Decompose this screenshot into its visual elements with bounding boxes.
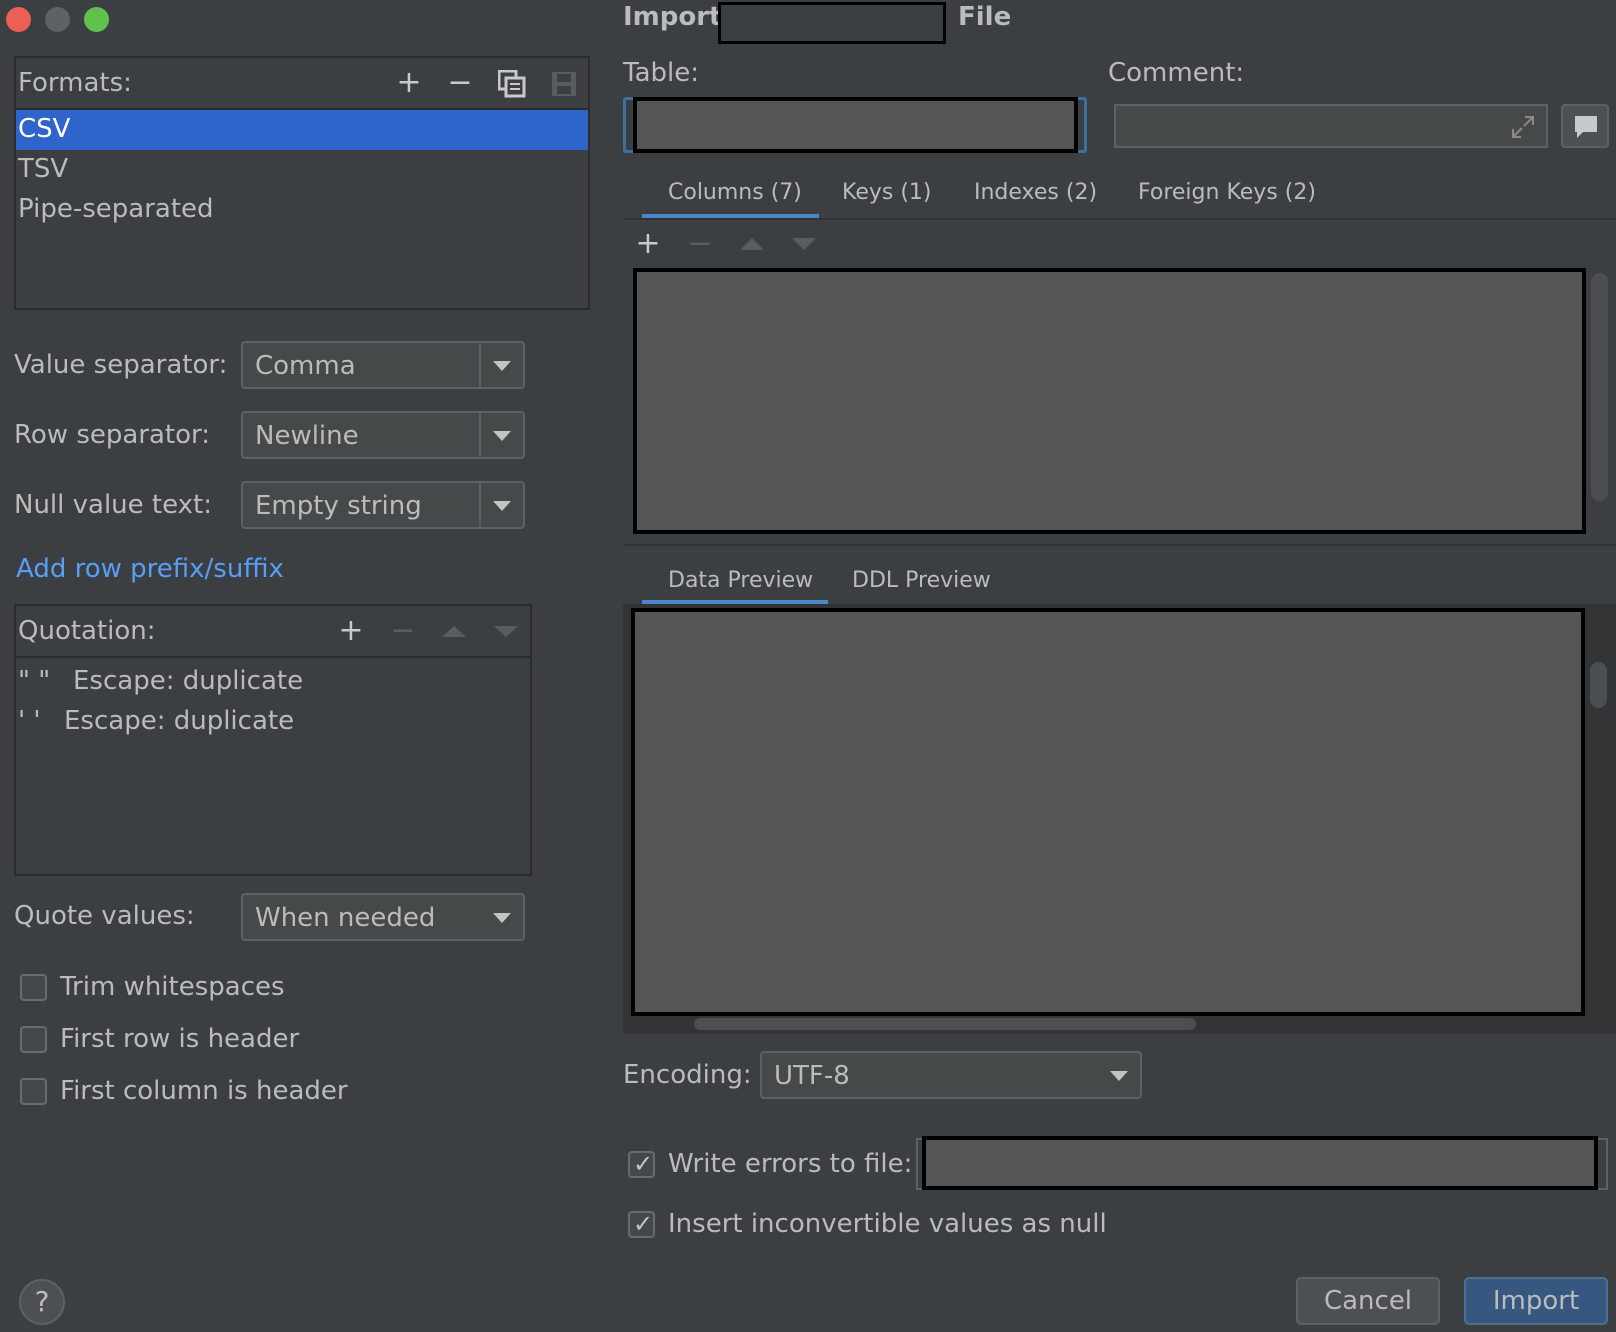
insert-null-option[interactable]: Insert inconvertible values as null bbox=[628, 1207, 1148, 1243]
combo-divider bbox=[479, 483, 481, 527]
chevron-down-icon bbox=[493, 501, 511, 511]
data-preview-table[interactable] bbox=[631, 608, 1585, 1016]
format-item-pipe[interactable]: Pipe-separated bbox=[18, 194, 214, 224]
combo-divider bbox=[479, 413, 481, 457]
import-button[interactable]: Import bbox=[1464, 1277, 1608, 1325]
quotation-panel: Quotation: + − " " Escape: duplicate ' '… bbox=[14, 604, 532, 876]
move-up-icon[interactable] bbox=[442, 626, 466, 637]
encoding-select[interactable]: UTF-8 bbox=[760, 1051, 1142, 1099]
table-name-input[interactable] bbox=[633, 97, 1078, 153]
zoom-window-button[interactable] bbox=[84, 7, 109, 32]
formats-panel: Formats: + − CSV TSV Pipe-separated bbox=[14, 56, 590, 310]
move-column-down-icon[interactable] bbox=[792, 238, 816, 250]
cancel-button[interactable]: Cancel bbox=[1296, 1277, 1440, 1325]
columns-table[interactable] bbox=[633, 268, 1586, 534]
quote-escape: Escape: duplicate bbox=[73, 666, 304, 696]
window-title-suffix: File bbox=[958, 2, 1012, 32]
row-separator-label: Row separator: bbox=[14, 420, 211, 450]
quote-escape: Escape: duplicate bbox=[64, 706, 295, 736]
window-title-prefix: Import bbox=[623, 2, 722, 32]
tab-columns[interactable]: Columns (7) bbox=[668, 180, 802, 205]
null-value-select[interactable]: Empty string bbox=[241, 481, 525, 529]
formats-label: Formats: bbox=[18, 68, 132, 98]
quote-values-label: Quote values: bbox=[14, 901, 195, 931]
tab-indexes[interactable]: Indexes (2) bbox=[974, 180, 1097, 205]
tab-keys[interactable]: Keys (1) bbox=[842, 180, 932, 205]
minimize-window-button[interactable] bbox=[45, 7, 70, 32]
redacted-file-name bbox=[718, 2, 946, 44]
tab-ddl-preview[interactable]: DDL Preview bbox=[852, 568, 991, 593]
chevron-down-icon bbox=[493, 913, 511, 923]
expand-icon[interactable] bbox=[1510, 114, 1536, 140]
insert-null-checkbox[interactable] bbox=[628, 1210, 655, 1238]
trim-whitespaces-checkbox[interactable] bbox=[20, 974, 47, 1001]
tab-data-preview[interactable]: Data Preview bbox=[668, 568, 813, 593]
value-separator-select[interactable]: Comma bbox=[241, 341, 525, 389]
copy-format-icon[interactable] bbox=[497, 69, 526, 98]
tab-foreign-keys[interactable]: Foreign Keys (2) bbox=[1138, 180, 1316, 205]
quotation-row[interactable]: " " Escape: duplicate bbox=[18, 664, 518, 704]
null-value-label: Null value text: bbox=[14, 490, 212, 520]
errors-file-input[interactable] bbox=[922, 1136, 1598, 1190]
comment-input[interactable] bbox=[1114, 104, 1548, 148]
add-format-icon[interactable]: + bbox=[394, 68, 424, 98]
row-separator-select[interactable]: Newline bbox=[241, 411, 525, 459]
value-separator-label: Value separator: bbox=[14, 350, 228, 380]
write-errors-checkbox[interactable] bbox=[628, 1150, 655, 1178]
chevron-down-icon bbox=[1110, 1071, 1128, 1081]
encoding-value: UTF-8 bbox=[774, 1061, 850, 1091]
table-tabs: Columns (7) Keys (1) Indexes (2) Foreign… bbox=[623, 172, 1616, 220]
row-separator-value: Newline bbox=[255, 421, 359, 451]
insert-null-label: Insert inconvertible values as null bbox=[668, 1209, 1107, 1239]
help-button[interactable]: ? bbox=[19, 1279, 65, 1325]
remove-format-icon[interactable]: − bbox=[445, 68, 475, 98]
add-column-icon[interactable]: + bbox=[633, 229, 663, 259]
comment-label: Comment: bbox=[1108, 58, 1245, 88]
write-errors-option[interactable]: Write errors to file: bbox=[628, 1147, 928, 1183]
quotation-row[interactable]: ' ' Escape: duplicate bbox=[18, 704, 518, 744]
section-divider bbox=[623, 544, 1616, 546]
value-separator-value: Comma bbox=[255, 351, 356, 381]
add-row-prefix-link[interactable]: Add row prefix/suffix bbox=[16, 554, 284, 584]
format-item-tsv[interactable]: TSV bbox=[18, 154, 68, 184]
first-row-header-checkbox[interactable] bbox=[20, 1026, 47, 1053]
null-value-value: Empty string bbox=[255, 491, 422, 521]
comment-editor-button[interactable] bbox=[1561, 104, 1609, 148]
quote-chars: " " bbox=[18, 666, 51, 696]
quotation-label: Quotation: bbox=[18, 616, 156, 646]
move-down-icon[interactable] bbox=[494, 626, 518, 637]
preview-horizontal-scrollbar[interactable] bbox=[694, 1018, 1196, 1030]
tabs-divider bbox=[623, 218, 1616, 220]
quote-values-select[interactable]: When needed bbox=[241, 893, 525, 941]
remove-quote-icon[interactable]: − bbox=[388, 616, 418, 646]
chevron-down-icon bbox=[493, 431, 511, 441]
first-row-header-option[interactable]: First row is header bbox=[20, 1022, 350, 1058]
columns-scrollbar[interactable] bbox=[1591, 273, 1608, 501]
quotation-header-divider bbox=[16, 656, 530, 658]
first-column-header-checkbox[interactable] bbox=[20, 1078, 47, 1105]
first-column-header-label: First column is header bbox=[60, 1076, 348, 1106]
first-row-header-label: First row is header bbox=[60, 1024, 300, 1054]
write-errors-label: Write errors to file: bbox=[668, 1149, 913, 1179]
preview-vertical-scrollbar[interactable] bbox=[1590, 662, 1607, 708]
quote-values-value: When needed bbox=[255, 903, 436, 933]
add-quote-icon[interactable]: + bbox=[336, 616, 366, 646]
move-column-up-icon[interactable] bbox=[740, 238, 764, 250]
trim-whitespaces-option[interactable]: Trim whitespaces bbox=[20, 970, 350, 1006]
close-window-button[interactable] bbox=[6, 7, 31, 32]
format-item-label: CSV bbox=[18, 114, 71, 144]
remove-column-icon[interactable]: − bbox=[685, 229, 715, 259]
table-label: Table: bbox=[623, 58, 699, 88]
format-item-selected[interactable]: CSV bbox=[16, 110, 588, 150]
chevron-down-icon bbox=[493, 361, 511, 371]
first-column-header-option[interactable]: First column is header bbox=[20, 1074, 350, 1110]
save-format-icon[interactable] bbox=[550, 70, 578, 98]
encoding-label: Encoding: bbox=[623, 1060, 752, 1090]
comment-icon bbox=[1575, 116, 1597, 138]
combo-divider bbox=[479, 343, 481, 387]
trim-whitespaces-label: Trim whitespaces bbox=[60, 972, 285, 1002]
quote-chars: ' ' bbox=[18, 706, 41, 736]
